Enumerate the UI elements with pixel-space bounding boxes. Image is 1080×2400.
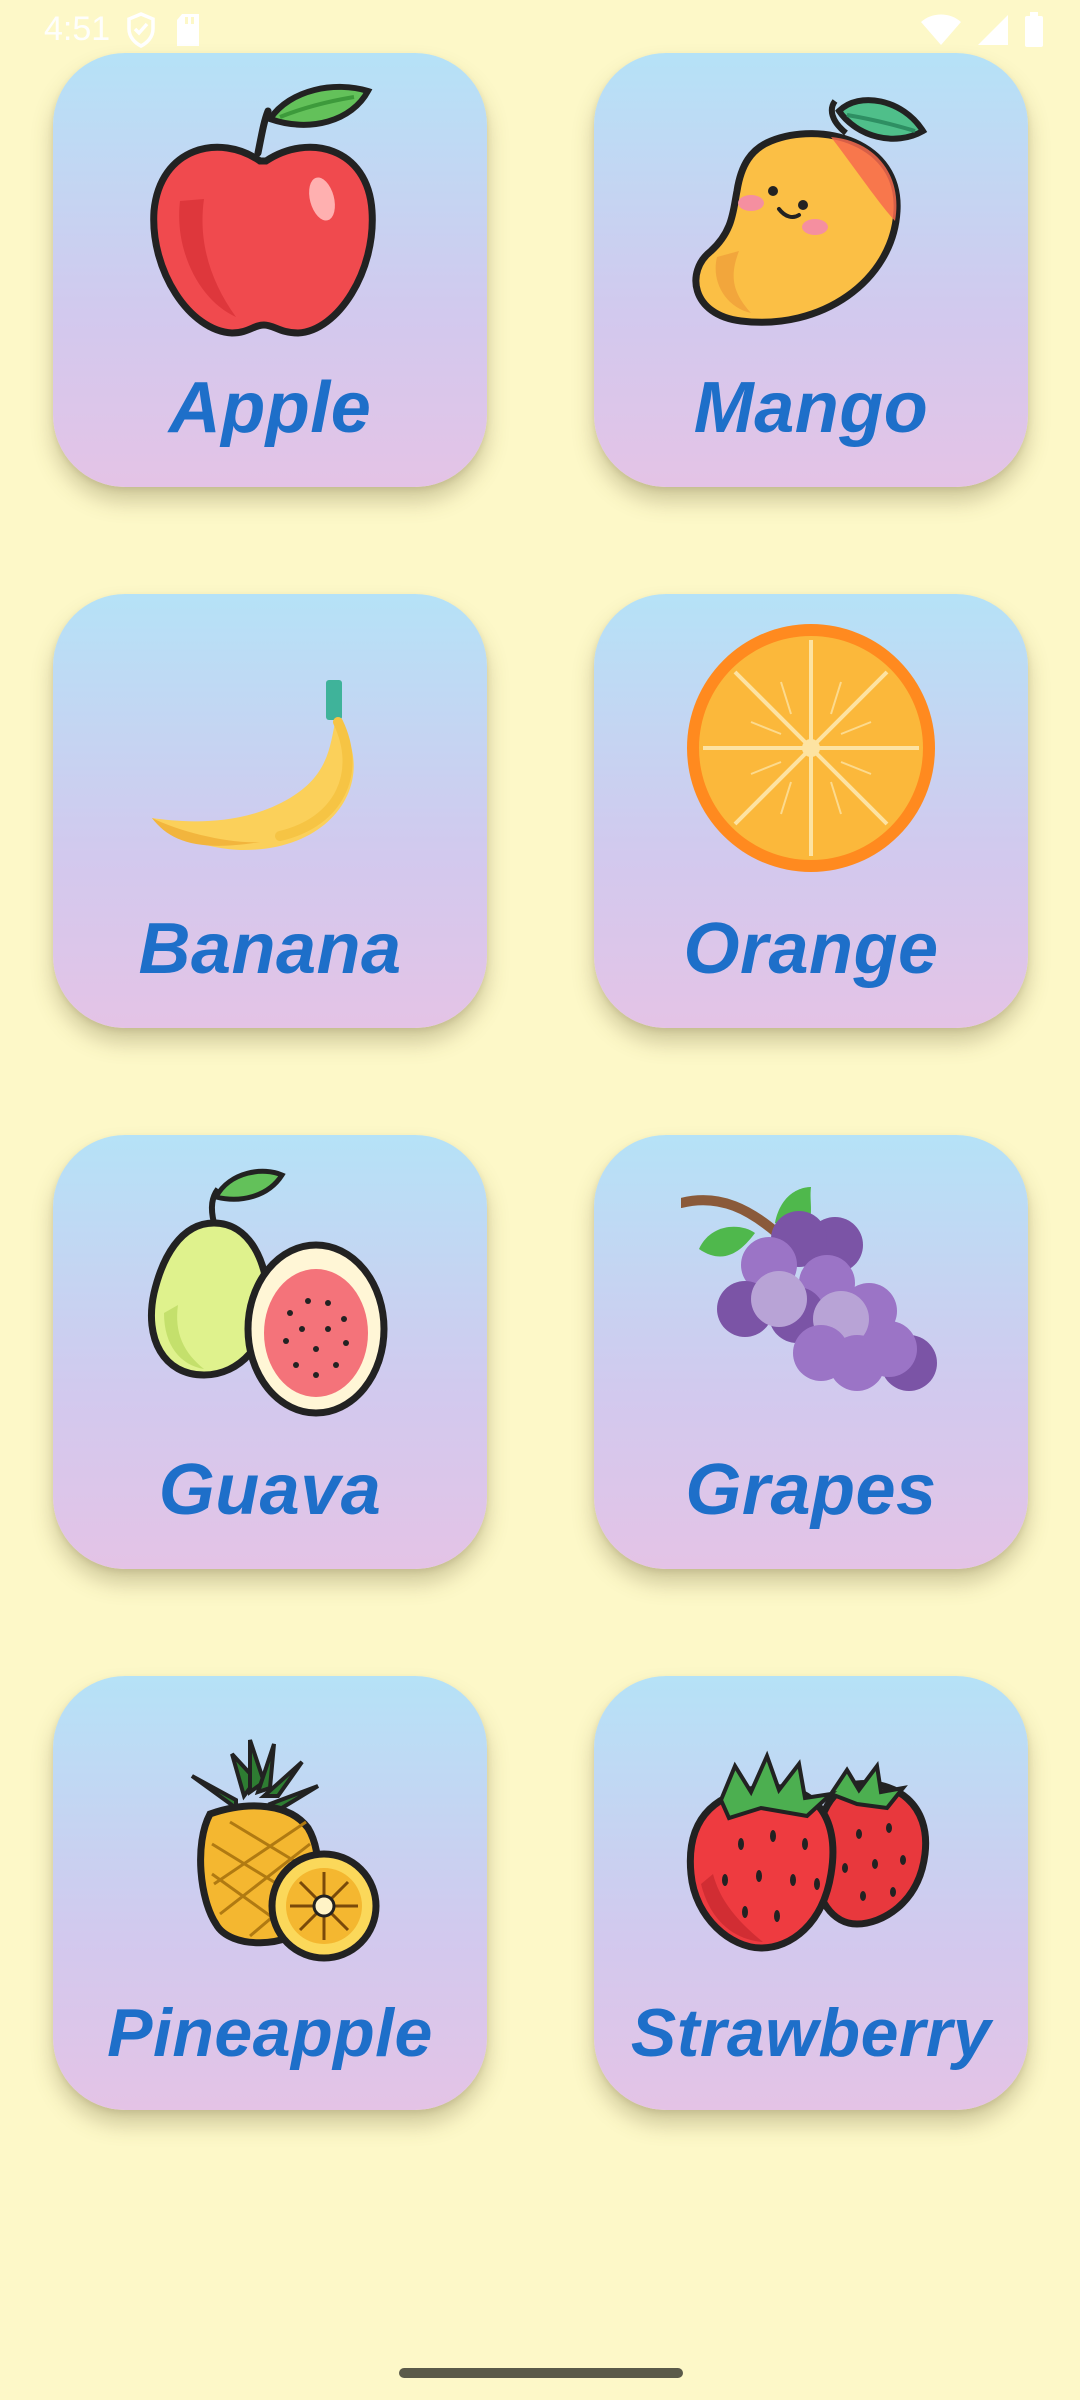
mango-icon xyxy=(681,81,941,341)
fruit-grid: Apple Mango Banana Orange Guava Grapes P… xyxy=(0,0,1080,2400)
apple-icon xyxy=(140,81,400,341)
fruit-card-pineapple[interactable]: Pineapple xyxy=(53,1676,487,2110)
banana-icon xyxy=(140,622,400,882)
orange-icon xyxy=(681,622,941,882)
fruit-card-banana[interactable]: Banana xyxy=(53,594,487,1028)
gesture-nav-handle[interactable] xyxy=(399,2368,683,2378)
strawberry-icon xyxy=(681,1704,941,1964)
fruit-card-strawberry[interactable]: Strawberry xyxy=(594,1676,1028,2110)
fruit-card-guava[interactable]: Guava xyxy=(53,1135,487,1569)
fruit-label: Strawberry xyxy=(630,1995,992,2071)
fruit-label: Guava xyxy=(158,1450,382,1530)
fruit-label: Orange xyxy=(683,909,939,989)
fruit-label: Grapes xyxy=(685,1450,937,1530)
fruit-label: Pineapple xyxy=(107,1995,433,2071)
pineapple-icon xyxy=(140,1704,400,1964)
grapes-icon xyxy=(676,1163,941,1423)
guava-icon xyxy=(140,1163,400,1423)
fruit-card-grapes[interactable]: Grapes xyxy=(594,1135,1028,1569)
fruit-label: Mango xyxy=(693,368,929,448)
fruit-label: Apple xyxy=(168,368,372,448)
fruit-label: Banana xyxy=(138,909,402,989)
fruit-card-orange[interactable]: Orange xyxy=(594,594,1028,1028)
fruit-card-mango[interactable]: Mango xyxy=(594,53,1028,487)
fruit-card-apple[interactable]: Apple xyxy=(53,53,487,487)
